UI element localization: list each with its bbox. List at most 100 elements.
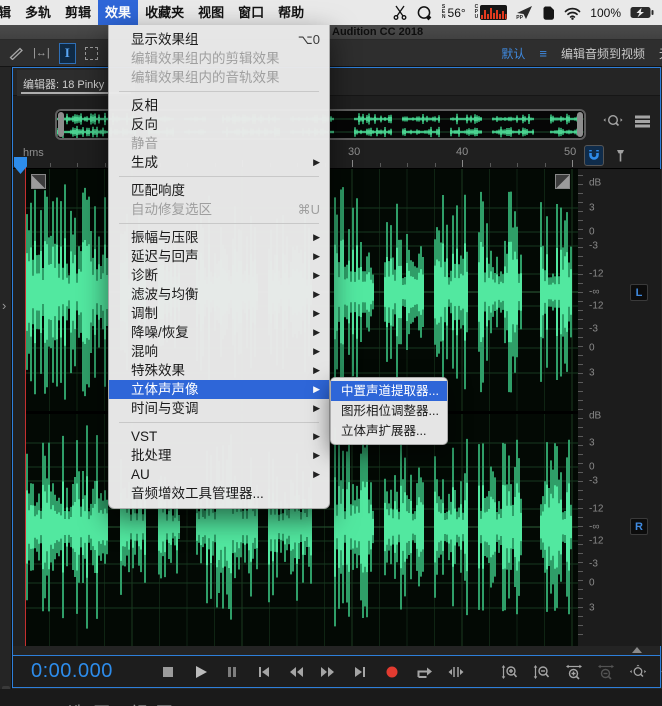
- panel-list-icon[interactable]: [634, 114, 651, 134]
- temperature: 56°: [447, 5, 466, 20]
- marker-pin-icon[interactable]: [612, 146, 628, 165]
- stereo-imagery-submenu: 中置声道提取器... 图形相位调整器... 立体声扩展器...: [330, 377, 448, 445]
- horizontal-scroll-strip[interactable]: [13, 646, 660, 655]
- playhead-line[interactable]: [25, 163, 26, 646]
- menu-item-label: 显示效果组: [131, 32, 199, 47]
- zoom-in-time-button[interactable]: [565, 664, 583, 680]
- left-channel-badge[interactable]: L: [630, 284, 648, 301]
- zoom-navigator-icon[interactable]: [603, 112, 623, 135]
- effects-menu-item[interactable]: 批处理 ▶: [109, 446, 329, 465]
- expand-panel-chevron-icon[interactable]: ›: [2, 298, 6, 313]
- effects-menu-item[interactable]: 时间与变调 ▶: [109, 399, 329, 418]
- db-label: 0: [589, 342, 595, 354]
- menubar-item[interactable]: 效果: [98, 0, 139, 25]
- menu-item-label: 音频增效工具管理器...: [131, 486, 264, 501]
- effects-menu-item: 编辑效果组内的音轨效果: [109, 68, 329, 87]
- evernote-icon[interactable]: [542, 5, 555, 20]
- sync-chat-icon[interactable]: [416, 5, 433, 21]
- effects-menu-item[interactable]: 降噪/恢复 ▶: [109, 323, 329, 342]
- skip-to-end-button[interactable]: [351, 664, 369, 680]
- snap-magnet-toggle[interactable]: [584, 145, 604, 166]
- ruler-tick: [104, 163, 106, 167]
- tool-group: |↔| I: [0, 42, 98, 64]
- submenu-arrow-icon: ▶: [313, 346, 320, 356]
- effects-menu-item[interactable]: 滤波与均衡 ▶: [109, 285, 329, 304]
- stereo-submenu-item[interactable]: 图形相位调整器...: [331, 401, 447, 421]
- cpu-monitor-widget[interactable]: CPU: [475, 5, 508, 20]
- menubar-item[interactable]: 收藏夹: [138, 0, 191, 25]
- wifi-icon[interactable]: [564, 6, 581, 20]
- macos-menubar: 辑多轨 剪辑 效果 收藏夹 视图 窗口 帮助 SEN 56° CPU PP 100%: [0, 0, 662, 25]
- effects-menu-item[interactable]: 反相: [109, 96, 329, 115]
- workspace-default[interactable]: 默认: [501, 45, 525, 62]
- corner-handle-top-left[interactable]: [31, 174, 46, 189]
- effects-menu-item[interactable]: 音频增效工具管理器...: [109, 484, 329, 503]
- amplitude-ruler[interactable]: dB 3 0 -3 -12 -∞ -12 -3 0 3 dB 3 0 -3 -12 -∞ -12 -3 0 3 L R: [578, 169, 661, 646]
- skip-to-start-button[interactable]: [255, 664, 273, 680]
- zoom-navigate-button[interactable]: [629, 664, 647, 680]
- effects-menu-item[interactable]: 特殊效果 ▶: [109, 361, 329, 380]
- effects-menu-item[interactable]: 混响 ▶: [109, 342, 329, 361]
- zoom-in-amplitude-button[interactable]: [501, 664, 519, 680]
- loop-playback-button[interactable]: [415, 664, 433, 680]
- zoom-out-amplitude-button[interactable]: [533, 664, 551, 680]
- cpu-label: CPU: [474, 4, 479, 20]
- transport-bar: 0:00.000: [13, 655, 662, 687]
- skip-selection-button[interactable]: [447, 664, 465, 680]
- window-titlebar[interactable]: Audition CC 2018: [0, 25, 662, 40]
- db-label: 0: [589, 577, 595, 589]
- menubar-item[interactable]: 剪辑: [58, 0, 98, 25]
- menubar-item[interactable]: 多轨: [18, 0, 58, 25]
- battery-icon[interactable]: [630, 6, 654, 19]
- effects-menu-item[interactable]: 调制 ▶: [109, 304, 329, 323]
- effects-menu-item[interactable]: VST ▶: [109, 427, 329, 446]
- ruler-tick-label: 40: [456, 146, 469, 158]
- effects-menu-item[interactable]: 匹配响度: [109, 181, 329, 200]
- effects-menu-item[interactable]: 反向: [109, 115, 329, 134]
- weather-label: SEN: [441, 4, 446, 20]
- effects-menu-item[interactable]: 生成 ▶: [109, 153, 329, 172]
- right-channel-badge[interactable]: R: [630, 518, 648, 535]
- menu-item-label: 振幅与压限: [131, 230, 199, 245]
- submenu-arrow-icon: ▶: [313, 327, 320, 337]
- workspace-item-edit-audio-to-video[interactable]: 编辑音频到视频: [561, 45, 645, 62]
- workspace-menu-icon[interactable]: ≡: [539, 46, 547, 61]
- db-label: -3: [589, 558, 598, 570]
- menubar-item[interactable]: 帮助: [271, 0, 311, 25]
- time-selection-tool-icon[interactable]: I: [58, 42, 76, 64]
- record-button[interactable]: [383, 664, 401, 680]
- weather-widget[interactable]: SEN 56°: [442, 5, 466, 20]
- corner-handle-top-right[interactable]: [555, 174, 570, 189]
- effects-menu-item[interactable]: AU ▶: [109, 465, 329, 484]
- menubar-item[interactable]: 视图: [191, 0, 231, 25]
- submenu-arrow-icon: ▶: [313, 450, 320, 460]
- pause-button[interactable]: [223, 664, 241, 680]
- collapse-arrow-icon[interactable]: [632, 647, 642, 653]
- scissors-icon[interactable]: [393, 5, 407, 20]
- db-label: -3: [589, 475, 598, 487]
- submenu-arrow-icon: ▶: [313, 289, 320, 299]
- razor-tool-icon[interactable]: [8, 43, 24, 63]
- effects-menu-item[interactable]: 诊断 ▶: [109, 266, 329, 285]
- effects-menu-item[interactable]: 显示效果组 ⌥0: [109, 30, 329, 49]
- effects-menu-item[interactable]: 延迟与回声 ▶: [109, 247, 329, 266]
- time-display[interactable]: 0:00.000: [31, 660, 113, 683]
- rewind-button[interactable]: [287, 664, 305, 680]
- slip-tool-icon[interactable]: |↔|: [33, 43, 50, 63]
- stop-button[interactable]: [159, 664, 177, 680]
- effects-menu-item[interactable]: 立体声声像 ▶: [109, 380, 329, 399]
- menu-item-shortcut: ⌘U: [297, 202, 320, 217]
- fast-forward-button[interactable]: [319, 664, 337, 680]
- effects-menu-item[interactable]: 振幅与压限 ▶: [109, 228, 329, 247]
- menu-item-label: 静音: [131, 136, 158, 151]
- menubar-item[interactable]: 辑: [0, 0, 18, 25]
- paperplane-icon[interactable]: PP: [516, 5, 533, 21]
- stereo-submenu-item[interactable]: 中置声道提取器...: [331, 381, 447, 401]
- play-button[interactable]: [191, 664, 209, 680]
- menubar-item[interactable]: 窗口: [231, 0, 271, 25]
- battery-percent: 100%: [590, 5, 621, 20]
- stereo-submenu-item[interactable]: 立体声扩展器...: [331, 421, 447, 441]
- marquee-selection-tool-icon[interactable]: [84, 46, 98, 60]
- selection-view-panel-tab[interactable]: 选区/视图: [68, 699, 181, 706]
- db-label: 0: [589, 461, 595, 473]
